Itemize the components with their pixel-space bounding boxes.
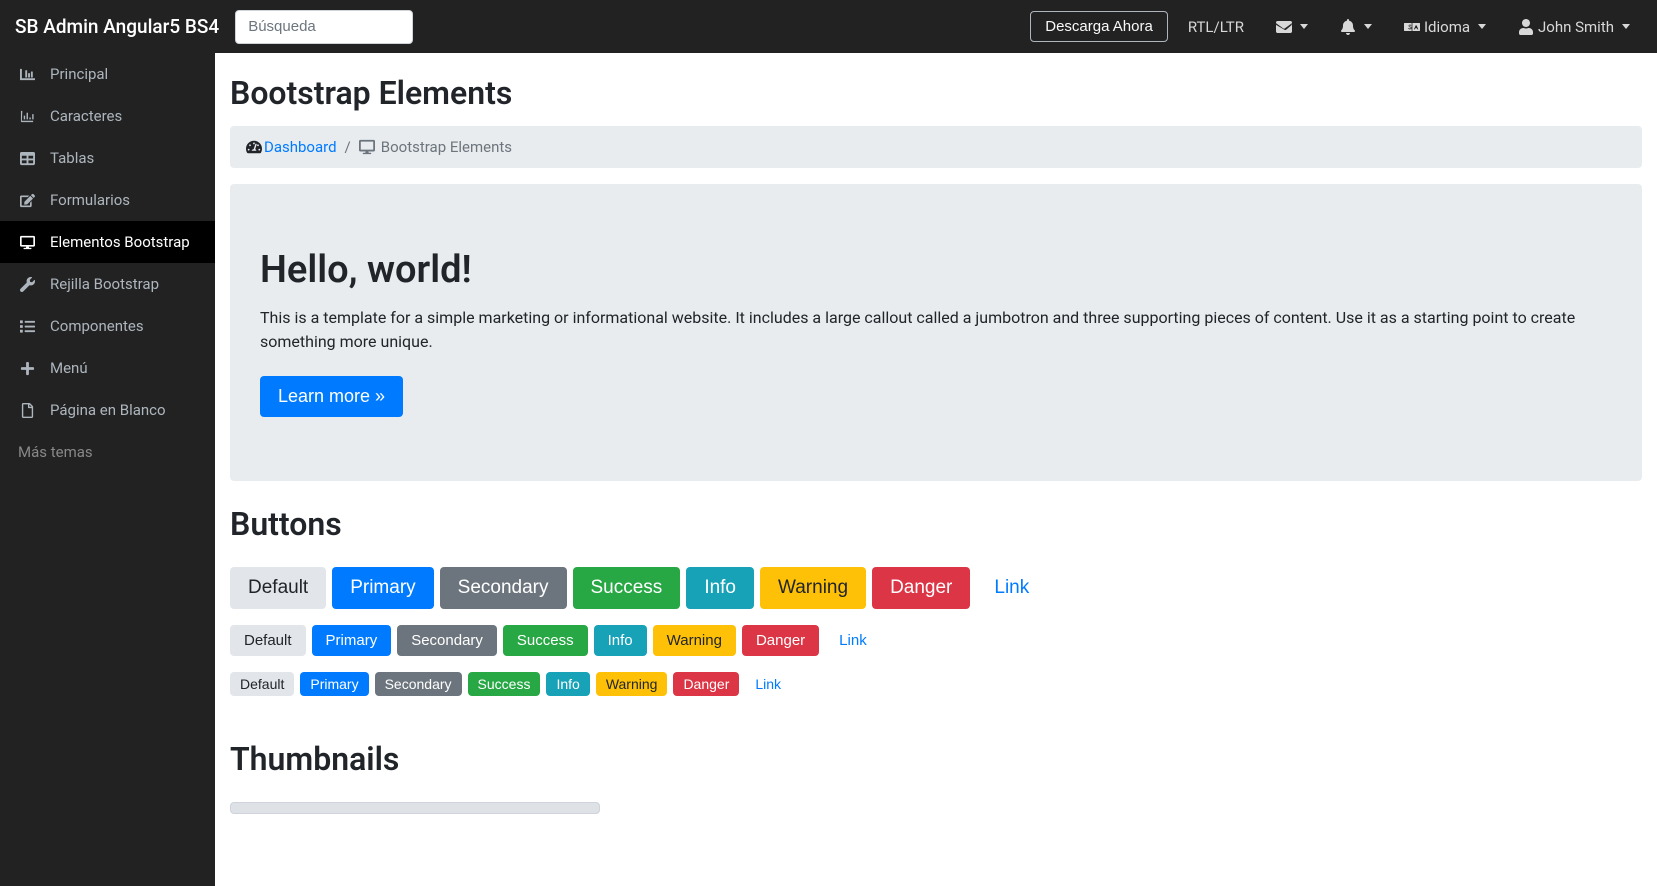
mail-dropdown[interactable]: [1264, 11, 1320, 43]
rtl-ltr-toggle[interactable]: RTL/LTR: [1176, 10, 1256, 44]
primary-button[interactable]: Primary: [312, 625, 392, 656]
list-icon: [18, 319, 36, 334]
breadcrumb-separator: /: [337, 138, 359, 156]
envelope-icon: [1276, 19, 1292, 35]
jumbotron-body: This is a template for a simple marketin…: [260, 306, 1612, 354]
button-row-small: Default Primary Secondary Success Info W…: [230, 672, 1642, 700]
warning-button[interactable]: Warning: [596, 672, 668, 696]
thumbnail-placeholder: [230, 802, 600, 814]
caret-down-icon: [1364, 24, 1372, 29]
desktop-icon: [18, 235, 36, 250]
sidebar-item-tablas[interactable]: Tablas: [0, 137, 215, 179]
sidebar: Principal Caracteres Tablas Formularios …: [0, 53, 215, 886]
main-content: Bootstrap Elements Dashboard / Bootstrap…: [215, 53, 1657, 854]
warning-button[interactable]: Warning: [653, 625, 736, 656]
button-row-large: Default Primary Secondary Success Info W…: [230, 567, 1642, 613]
caret-down-icon: [1622, 24, 1630, 29]
learn-more-button[interactable]: Learn more »: [260, 376, 403, 417]
sidebar-item-label: Elementos Bootstrap: [50, 233, 190, 251]
sidebar-item-principal[interactable]: Principal: [0, 53, 215, 95]
language-icon: [1404, 19, 1420, 35]
user-dropdown[interactable]: John Smith: [1506, 10, 1642, 44]
top-navbar: SB Admin Angular5 BS4 Descarga Ahora RTL…: [0, 0, 1657, 53]
sidebar-item-pagina-en-blanco[interactable]: Página en Blanco: [0, 389, 215, 431]
sidebar-item-componentes[interactable]: Componentes: [0, 305, 215, 347]
sidebar-item-label: Menú: [50, 359, 88, 377]
breadcrumb-current: Bootstrap Elements: [359, 138, 512, 156]
alerts-dropdown[interactable]: [1328, 11, 1384, 43]
buttons-section-title: Buttons: [230, 505, 1642, 543]
search-input[interactable]: [235, 10, 413, 44]
sidebar-item-label: Tablas: [50, 149, 94, 167]
secondary-button[interactable]: Secondary: [397, 625, 497, 656]
link-button[interactable]: Link: [745, 672, 791, 696]
sidebar-item-label: Principal: [50, 65, 108, 83]
breadcrumb-home-link[interactable]: Dashboard: [264, 138, 337, 156]
caret-down-icon: [1478, 24, 1486, 29]
desktop-icon: [359, 139, 375, 155]
sidebar-item-formularios[interactable]: Formularios: [0, 179, 215, 221]
file-icon: [18, 403, 36, 418]
jumbotron-heading: Hello, world!: [260, 248, 1612, 292]
table-icon: [18, 151, 36, 166]
sidebar-item-caracteres[interactable]: Caracteres: [0, 95, 215, 137]
link-button[interactable]: Link: [976, 567, 1047, 609]
wrench-icon: [18, 277, 36, 292]
secondary-button[interactable]: Secondary: [375, 672, 462, 696]
edit-icon: [18, 193, 36, 208]
success-button[interactable]: Success: [468, 672, 541, 696]
default-button[interactable]: Default: [230, 625, 306, 656]
sidebar-item-label: Formularios: [50, 191, 130, 209]
info-button[interactable]: Info: [686, 567, 754, 609]
primary-button[interactable]: Primary: [300, 672, 368, 696]
bell-icon: [1340, 19, 1356, 35]
danger-button[interactable]: Danger: [872, 567, 970, 609]
info-button[interactable]: Info: [594, 625, 647, 656]
sidebar-item-label: Página en Blanco: [50, 401, 166, 419]
success-button[interactable]: Success: [573, 567, 681, 609]
sidebar-item-menu[interactable]: Menú: [0, 347, 215, 389]
page-title: Bootstrap Elements: [230, 74, 1642, 112]
primary-button[interactable]: Primary: [332, 567, 433, 609]
bar-chart-icon: [18, 109, 36, 124]
navbar-right: Descarga Ahora RTL/LTR Idioma John Smith: [1030, 10, 1642, 44]
plus-icon: [18, 361, 36, 376]
link-button[interactable]: Link: [825, 625, 881, 656]
sidebar-more-themes[interactable]: Más temas: [0, 431, 215, 473]
warning-button[interactable]: Warning: [760, 567, 866, 609]
danger-button[interactable]: Danger: [742, 625, 819, 656]
language-dropdown[interactable]: Idioma: [1392, 10, 1498, 44]
breadcrumb: Dashboard / Bootstrap Elements: [230, 126, 1642, 168]
thumbnails-section-title: Thumbnails: [230, 740, 1642, 778]
breadcrumb-current-label: Bootstrap Elements: [381, 138, 512, 156]
danger-button[interactable]: Danger: [673, 672, 739, 696]
default-button[interactable]: Default: [230, 672, 294, 696]
user-icon: [1518, 19, 1534, 35]
language-label: Idioma: [1424, 18, 1470, 36]
sidebar-item-label: Rejilla Bootstrap: [50, 275, 159, 293]
info-button[interactable]: Info: [546, 672, 589, 696]
sidebar-item-label: Componentes: [50, 317, 144, 335]
dashboard-icon: [246, 139, 262, 155]
user-label: John Smith: [1538, 18, 1614, 36]
jumbotron: Hello, world! This is a template for a s…: [230, 184, 1642, 481]
navbar-brand[interactable]: SB Admin Angular5 BS4: [15, 15, 219, 38]
sidebar-item-rejilla-bootstrap[interactable]: Rejilla Bootstrap: [0, 263, 215, 305]
secondary-button[interactable]: Secondary: [440, 567, 567, 609]
sidebar-item-label: Caracteres: [50, 107, 122, 125]
download-button[interactable]: Descarga Ahora: [1030, 11, 1168, 42]
button-row-medium: Default Primary Secondary Success Info W…: [230, 625, 1642, 660]
sidebar-item-elementos-bootstrap[interactable]: Elementos Bootstrap: [0, 221, 215, 263]
dashboard-icon: [18, 67, 36, 82]
caret-down-icon: [1300, 24, 1308, 29]
success-button[interactable]: Success: [503, 625, 588, 656]
default-button[interactable]: Default: [230, 567, 326, 609]
